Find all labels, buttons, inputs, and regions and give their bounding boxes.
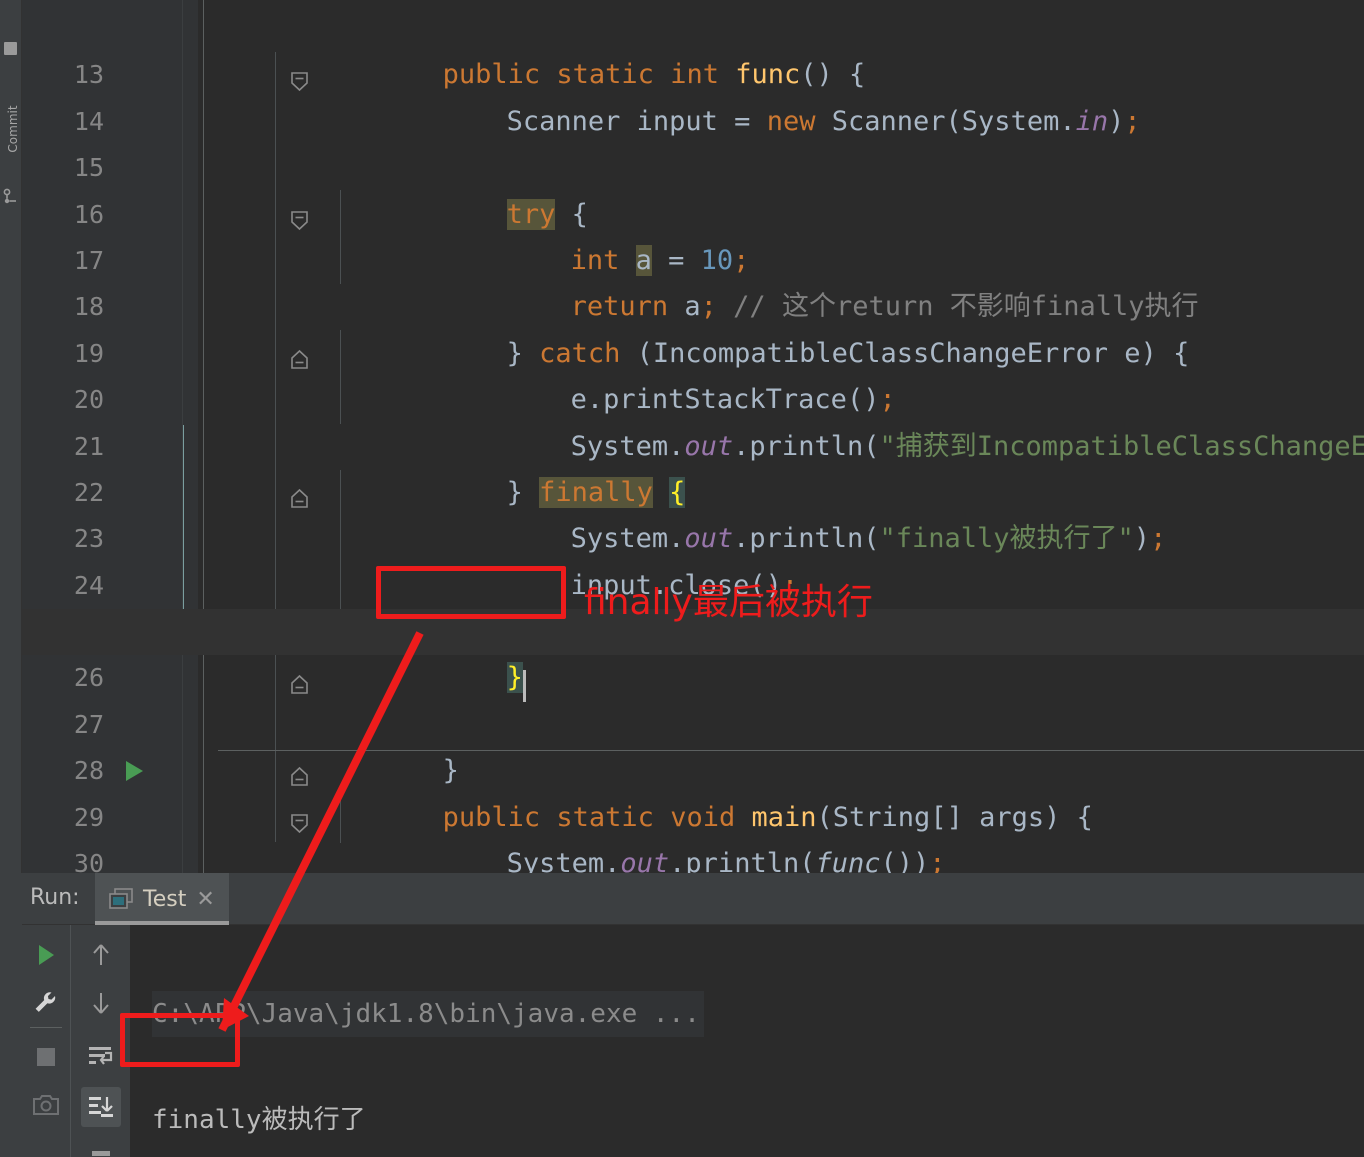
code-line-13[interactable]: 13 public static int func() { — [22, 6, 1364, 91]
console-line: C:\APP\Java\jdk1.8\bin\java.exe ... — [152, 991, 1364, 1037]
console-output[interactable]: C:\APP\Java\jdk1.8\bin\java.exe ... fina… — [130, 925, 1364, 1157]
fold-expanded-icon[interactable] — [192, 157, 309, 230]
run-gutter-icon[interactable] — [126, 761, 143, 782]
fold-collapsed-icon[interactable] — [192, 853, 215, 873]
toolbar-divider — [30, 1027, 62, 1028]
annotation-box-output99 — [120, 1013, 240, 1067]
stop-button[interactable] — [26, 1037, 66, 1077]
fold-collapsed-icon[interactable] — [192, 714, 309, 787]
tool-window-commit[interactable]: Commit — [6, 94, 20, 164]
close-icon[interactable]: ✕ — [196, 887, 214, 912]
code-line-22[interactable]: 22 } finally { — [22, 424, 1364, 508]
run-tab-label: Test — [143, 886, 187, 912]
run-header: Run: Test ✕ — [22, 873, 1364, 925]
code-line-21[interactable]: 21 System.out.println("捕获到IncompatibleCl… — [22, 377, 1364, 462]
code-line-28[interactable]: 28 } — [22, 702, 1364, 787]
annotation-note: finally最后被执行 — [584, 582, 873, 623]
code-line-29[interactable]: 29 public static void main(String[] args… — [22, 748, 1364, 833]
settings-wrench-icon[interactable] — [26, 983, 66, 1023]
code-line-23[interactable]: 23 System.out.println("finally被执行了"); — [22, 470, 1364, 554]
code-line-20[interactable]: 20 e.printStackTrace(); — [22, 331, 1364, 415]
soft-wrap-icon[interactable] — [81, 1037, 121, 1077]
code-line-30[interactable]: 30 System.out.println(func()); — [22, 795, 1364, 873]
fold-collapsed-icon[interactable] — [192, 297, 309, 369]
ide-window: Commit Bookmarks 13 — [0, 0, 1364, 1157]
run-tab-test[interactable]: Test ✕ — [95, 873, 229, 925]
annotation-box-return99 — [376, 566, 566, 619]
arrow-down-icon[interactable] — [81, 983, 121, 1023]
editor-rows: 13 public static int func() { 14 Scanner… — [22, 6, 1364, 873]
code-line-16[interactable]: 16 try { — [22, 145, 1364, 230]
code-line-24[interactable]: 24 input.close(); — [22, 516, 1364, 601]
scroll-to-end-icon[interactable] — [80, 1087, 121, 1127]
code-line-18[interactable]: 18 return a; // 这个return 不影响finally执行 — [22, 238, 1364, 322]
structure-icon[interactable] — [4, 42, 17, 55]
code-line-17[interactable]: 17 int a = 10; — [22, 192, 1364, 276]
arrow-up-icon[interactable] — [81, 935, 121, 975]
console-icon — [109, 888, 133, 910]
code-editor[interactable]: 13 public static int func() { 14 Scanner… — [22, 0, 1364, 873]
run-toolbar-primary — [22, 925, 70, 1157]
branch-icon[interactable] — [2, 188, 19, 205]
run-label: Run: — [30, 885, 80, 910]
code-line-15[interactable]: 15 — [22, 99, 1364, 182]
code-line-31[interactable]: 31 } — [22, 841, 1364, 873]
console-line: finally被执行了 — [152, 1105, 366, 1135]
left-tool-strip: Commit — [0, 0, 22, 873]
fold-collapsed-icon[interactable] — [192, 621, 309, 694]
code-line-19[interactable]: 19 } catch (IncompatibleClassChangeError… — [22, 284, 1364, 369]
print-icon[interactable] — [81, 1137, 121, 1157]
rerun-button[interactable] — [26, 935, 66, 975]
camera-icon[interactable] — [26, 1085, 66, 1125]
fold-expanded-icon[interactable] — [192, 18, 309, 91]
fold-expanded-icon[interactable] — [192, 760, 309, 833]
code-line-27[interactable]: 27 — [22, 655, 1364, 739]
fold-collapsed-icon[interactable] — [192, 436, 309, 508]
code-line-14[interactable]: 14 Scanner input = new Scanner(System.in… — [22, 52, 1364, 137]
